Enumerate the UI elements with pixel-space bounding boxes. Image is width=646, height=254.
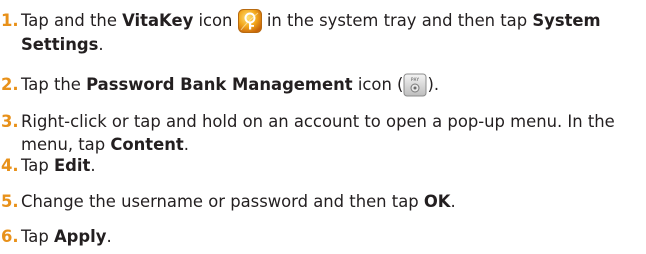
step-text: Tap Apply. [21, 227, 112, 246]
step-4: 4. Tap Edit. [0, 154, 646, 177]
button-apply: Apply [53, 227, 107, 246]
menu-item-content: Content [110, 135, 184, 154]
step-text: Tap Edit. [21, 156, 96, 175]
vitakey-icon [237, 9, 262, 33]
button-edit: Edit [53, 156, 91, 175]
step-text: Change the username or password and then… [21, 192, 456, 211]
step-text: Tap and the VitaKey icon in the system t… [21, 9, 601, 54]
icon-label-text: PAY [411, 77, 419, 83]
step-text: Tap the Password Bank Management icon (P… [21, 73, 646, 97]
step-1: 1. Tap and the VitaKey icon in the syste… [0, 9, 646, 56]
step-text: Right-click or tap and hold on an accoun… [21, 112, 615, 154]
step-number: 2. [1, 75, 19, 94]
step-number: 5. [1, 192, 19, 211]
step-number: 3. [1, 112, 19, 131]
step-6: 6. Tap Apply. [0, 225, 646, 248]
step-number: 4. [1, 156, 19, 175]
password-bank-icon: PAY [403, 73, 427, 97]
step-3: 3. Right-click or tap and hold on an acc… [0, 110, 646, 156]
button-ok: OK [423, 192, 451, 211]
step-number: 6. [1, 227, 19, 246]
step-5: 5. Change the username or password and t… [0, 190, 646, 213]
step-number: 1. [1, 11, 19, 30]
app-name: VitaKey [122, 11, 194, 30]
step-2: 2. Tap the Password Bank Management icon… [0, 73, 646, 97]
feature-name: Password Bank Management [86, 75, 353, 94]
